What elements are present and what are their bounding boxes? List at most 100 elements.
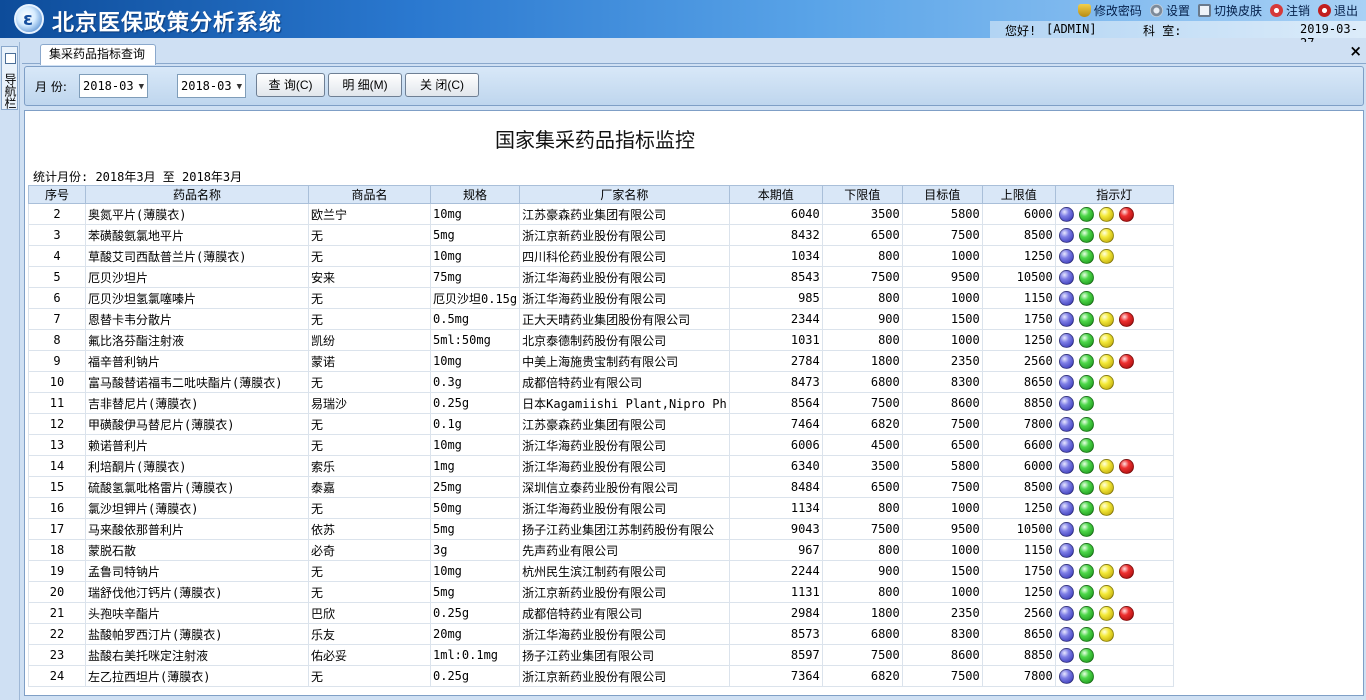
table-row[interactable]: 12 甲磺酸伊马替尼片(薄膜衣) 无 0.1g 江苏豪森药业集团有限公司 7464 6820… [28,413,1174,435]
table-row[interactable]: 23 盐酸右美托咪定注射液 佑必妥 1ml:0.1mg 扬子江药业集团有限公司 8597 7… [28,644,1174,666]
report-title: 国家集采药品指标监控 [495,128,695,152]
table-row[interactable]: 10 富马酸替诺福韦二吡呋酯片(薄膜衣) 无 0.3g 成都倍特药业有限公司 8473 68… [28,371,1174,393]
yellow-lamp-icon [1098,605,1114,621]
table-row[interactable]: 3 苯磺酸氨氯地平片无 5mg 浙江京新药业股份有限公司 8432 6500 7500 850… [28,224,1174,246]
month-from-select[interactable]: 2018-03 ▼ [79,74,148,98]
table-row[interactable]: 20 瑞舒伐他汀钙片(薄膜衣) 无 5mg 浙江京新药业股份有限公司 1131 800 100… [28,581,1174,603]
cell-no: 13 [28,434,86,456]
cell-name: 马来酸依那普利片 [85,518,309,540]
table-row[interactable]: 14 利培酮片(薄膜衣) 索乐 1mg 浙江华海药业股份有限公司 6340 3500 5800… [28,455,1174,477]
cell-spec: 1ml:0.1mg [429,644,521,666]
cell-indicator-lamps [1054,476,1174,498]
tab-drug-indicator-query[interactable]: 集采药品指标查询 [40,44,157,65]
header-col-drug-name: 药品名称 [85,185,309,204]
cell-high: 8650 [981,371,1056,393]
blue-lamp-icon [1058,626,1074,642]
cell-target: 1000 [901,329,983,351]
user-name: [ADMIN] [1046,22,1097,36]
cell-name: 厄贝沙坦片 [85,266,309,288]
switch-skin-link[interactable]: 切换皮肤 [1197,2,1262,19]
red-lamp-icon [1118,311,1134,327]
cell-low: 3500 [821,455,903,477]
user-bar: 您好! [ADMIN] 科 室: 2019-03-27 [0,21,1366,50]
cell-high: 1250 [981,245,1056,267]
table-row[interactable]: 18 蒙脱石散 必奇 3g 先声药业有限公司 967 800 1000 1150 [28,539,1174,561]
green-lamp-icon [1078,332,1094,348]
blue-lamp-icon [1058,311,1074,327]
cell-brand: 无 [308,413,431,435]
indicator-table: 序号 药品名称 商品名 规格 厂家名称 本期值 下限值 目标值 上限值 指示灯 2 奥氮平片(薄膜衣… [28,185,1174,687]
blue-lamp-icon [1058,227,1074,243]
cell-brand: 佑必妥 [308,644,431,666]
cell-name: 草酸艾司西酞普兰片(薄膜衣) [85,245,309,267]
cell-high: 7800 [981,413,1056,435]
cell-cur: 8484 [728,476,823,498]
cell-indicator-lamps [1054,245,1174,267]
green-lamp-icon [1078,269,1094,285]
cell-name: 富马酸替诺福韦二吡呋酯片(薄膜衣) [85,371,309,393]
cell-spec: 0.25g [429,602,521,624]
table-row[interactable]: 19 孟鲁司特钠片无 10mg 杭州民生滨江制药有限公司 2244 900 1500 1750 [28,560,1174,582]
nav-toggle[interactable]: 导航栏 [1,46,18,110]
settings-link[interactable]: 设置 [1149,2,1190,19]
exit-link[interactable]: 退出 [1317,2,1358,19]
cell-low: 800 [821,329,903,351]
green-lamp-icon [1078,416,1094,432]
cell-high: 10500 [981,266,1056,288]
yellow-lamp-icon [1098,626,1114,642]
table-row[interactable]: 5 厄贝沙坦片 安来 75mg 浙江华海药业股份有限公司 8543 7500 9500 1050… [28,266,1174,288]
cell-name: 孟鲁司特钠片 [85,560,309,582]
table-row[interactable]: 15 硫酸氢氯吡格雷片(薄膜衣) 泰嘉 25mg 深圳信立泰药业股份有限公司 8484 65… [28,476,1174,498]
cell-spec: 1mg [429,455,521,477]
logoff-icon [1269,4,1283,17]
cell-cur: 7464 [728,413,823,435]
table-row[interactable]: 7 恩替卡韦分散片无 0.5mg 正大天晴药业集团股份有限公司 2344 900 1500 1… [28,308,1174,330]
cell-brand: 安来 [308,266,431,288]
table-row[interactable]: 17 马来酸依那普利片 依苏 5mg 扬子江药业集团江苏制药股份有限公 9043 7500 9… [28,518,1174,540]
query-toolbar: 月 份: 2018-03▼ — 2018-03▼ 查 询(C) 明 细(M) 关… [24,66,1364,106]
table-row[interactable]: 16 氯沙坦钾片(薄膜衣) 无 50mg 浙江华海药业股份有限公司 1134 800 1000… [28,497,1174,519]
cell-maker: 扬子江药业集团江苏制药股份有限公 [519,518,730,540]
cell-cur: 1031 [728,329,823,351]
cell-low: 900 [821,560,903,582]
cell-no: 19 [28,560,86,582]
table-row[interactable]: 9 福辛普利钠片 蒙诺 10mg 中美上海施贵宝制药有限公司 2784 1800 2350 25… [28,350,1174,372]
cell-brand: 易瑞沙 [308,392,431,414]
table-row[interactable]: 8 氟比洛芬酯注射液 凯纷 5ml:50mg 北京泰德制药股份有限公司 1031 800 10… [28,329,1174,351]
cell-high: 8850 [981,392,1056,414]
cell-spec: 5ml:50mg [429,329,521,351]
table-row[interactable]: 6 厄贝沙坦氢氯噻嗪片无厄贝沙坦0.15g 浙江华海药业股份有限公司 985 800 10… [28,287,1174,309]
table-row[interactable]: 13 赖诺普利片无 10mg 浙江华海药业股份有限公司 6006 4500 6500 6600 [28,434,1174,456]
table-row[interactable]: 11 吉非替尼片(薄膜衣) 易瑞沙 0.25g 日本Kagamiishi Plant,N… [28,392,1174,414]
cell-target: 7500 [901,665,983,687]
query-button[interactable]: 查 询(C) [256,73,325,97]
cell-no: 17 [28,518,86,540]
cell-spec: 5mg [429,581,521,603]
change-password-link[interactable]: 修改密码 [1077,2,1142,19]
cell-maker: 深圳信立泰药业股份有限公司 [519,476,730,498]
cell-spec: 5mg [429,224,521,246]
cell-name: 利培酮片(薄膜衣) [85,455,309,477]
cell-target: 5800 [901,203,983,225]
table-row[interactable]: 24 左乙拉西坦片(薄膜衣) 无 0.25g 浙江京新药业股份有限公司 7364 6820 7… [28,665,1174,687]
logoff-link[interactable]: 注销 [1269,2,1310,19]
cell-low: 6800 [821,371,903,393]
red-lamp-icon [1118,605,1134,621]
cell-low: 7500 [821,266,903,288]
table-row[interactable]: 22 盐酸帕罗西汀片(薄膜衣) 乐友 20mg 浙江华海药业股份有限公司 8573 6800… [28,623,1174,645]
table-row[interactable]: 4 草酸艾司西酞普兰片(薄膜衣) 无 10mg 四川科伦药业股份有限公司 1034 800 1… [28,245,1174,267]
cell-brand: 欧兰宁 [308,203,431,225]
table-row[interactable]: 21 头孢呋辛酯片 巴欣 0.25g 成都倍特药业有限公司 2984 1800 2350 256… [28,602,1174,624]
cell-low: 7500 [821,392,903,414]
cell-name: 瑞舒伐他汀钙片(薄膜衣) [85,581,309,603]
cell-indicator-lamps [1054,392,1174,414]
close-button[interactable]: 关 闭(C) [405,73,479,97]
detail-button[interactable]: 明 细(M) [328,73,402,97]
close-icon[interactable]: × [1349,42,1362,60]
cell-brand: 泰嘉 [308,476,431,498]
cell-cur: 8573 [728,623,823,645]
cell-target: 9500 [901,266,983,288]
table-row[interactable]: 2 奥氮平片(薄膜衣) 欧兰宁 10mg 江苏豪森药业集团有限公司 6040 3500 580… [28,203,1174,225]
month-to-select[interactable]: 2018-03 ▼ [177,74,246,98]
nav-label: 导航栏 [3,73,17,109]
